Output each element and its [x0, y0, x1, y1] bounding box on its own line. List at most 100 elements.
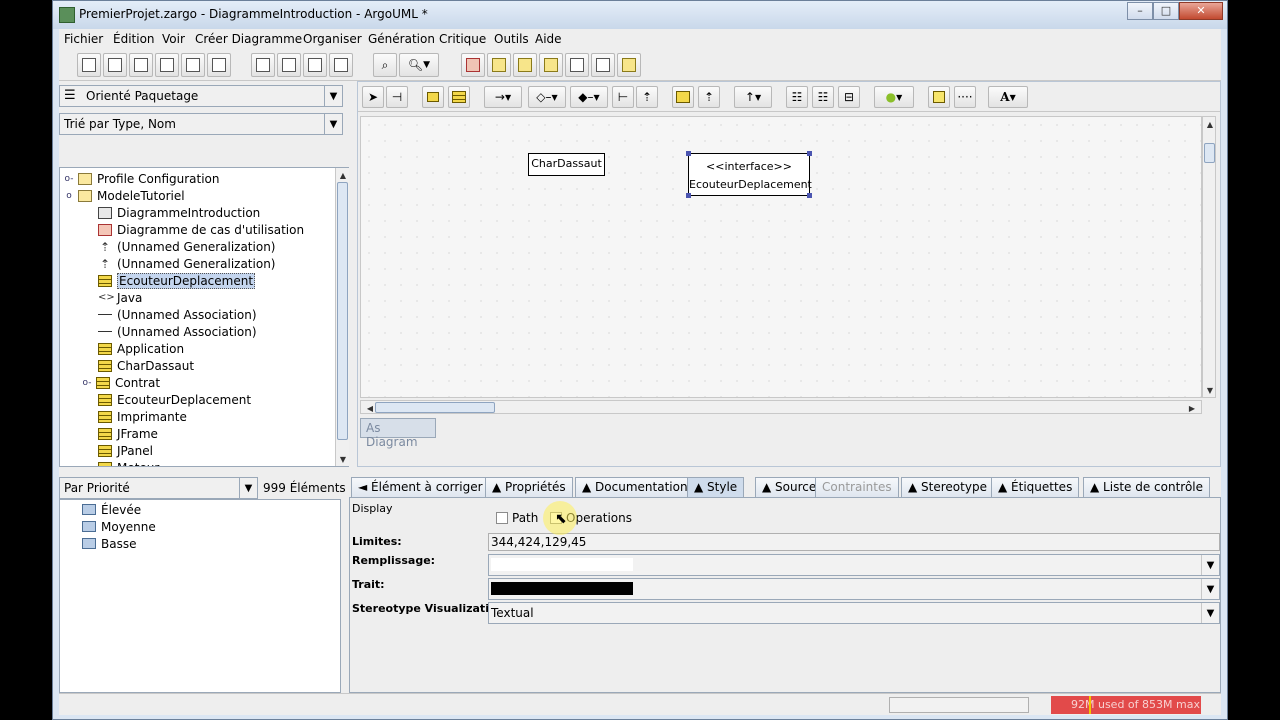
new-composition-tool[interactable]: ◆– ▼: [570, 86, 608, 108]
print-button[interactable]: [207, 53, 231, 77]
tree-item[interactable]: CharDassaut: [98, 357, 194, 374]
tree-item[interactable]: JFrame: [98, 425, 158, 442]
path-checkbox[interactable]: [496, 512, 508, 524]
chevron-down-icon[interactable]: ▼: [239, 478, 257, 498]
stereotype-visualization-select[interactable]: Textual ▼: [488, 602, 1220, 624]
select-all-button[interactable]: [251, 53, 275, 77]
scroll-down-icon[interactable]: ▼: [1203, 383, 1217, 397]
new-aggregation-tool[interactable]: ◇– ▼: [528, 86, 566, 108]
explorer-scrollbar[interactable]: ▲ ▼: [335, 168, 349, 466]
tree-item[interactable]: EcouteurDeplacement: [98, 391, 251, 408]
new-stereotype-tool[interactable]: ⊟: [838, 86, 860, 108]
new-usecase-diagram-button[interactable]: [461, 53, 485, 77]
tree-item[interactable]: ⇡ (Unnamed Generalization): [98, 255, 276, 272]
new-deployment-diagram-button[interactable]: [617, 53, 641, 77]
diagram-canvas[interactable]: CharDassaut <<interface>> EcouteurDeplac…: [360, 116, 1202, 398]
tree-item[interactable]: JPanel: [98, 442, 153, 459]
chevron-down-icon[interactable]: ▼: [1201, 603, 1219, 623]
tab-tagged-values[interactable]: ▲ Étiquettes: [991, 477, 1080, 497]
maximize-button[interactable]: □: [1153, 2, 1179, 20]
distribute-button[interactable]: [329, 53, 353, 77]
new-datatype-tool[interactable]: ☷: [786, 86, 808, 108]
tab-source[interactable]: ▲ Source: [755, 477, 824, 497]
save-project-button[interactable]: [129, 53, 153, 77]
new-interface-tool[interactable]: [672, 86, 694, 108]
selection-handle[interactable]: [807, 193, 812, 198]
fill-color-select[interactable]: ▼: [488, 554, 1220, 576]
selection-handle[interactable]: [807, 151, 812, 156]
new-comment-link-tool[interactable]: ····: [954, 86, 976, 108]
tree-item[interactable]: Moteur: [98, 459, 159, 466]
new-enumeration-tool[interactable]: ☷: [812, 86, 834, 108]
new-statechart-diagram-button[interactable]: [565, 53, 589, 77]
menu-aide[interactable]: Aide: [535, 32, 562, 46]
tree-item[interactable]: o- Contrat: [82, 374, 161, 391]
new-comment-tool[interactable]: [928, 86, 950, 108]
chevron-down-icon[interactable]: ▼: [1201, 555, 1219, 575]
broom-tool[interactable]: ⊣: [386, 86, 408, 108]
new-realization-tool[interactable]: ⇡: [698, 86, 720, 108]
tab-documentation[interactable]: ▲ Documentation: [575, 477, 695, 497]
tree-item[interactable]: Imprimante: [98, 408, 187, 425]
tab-constraints[interactable]: Contraintes: [815, 477, 899, 497]
tree-expander-icon[interactable]: o: [64, 191, 74, 201]
menu-generation[interactable]: Génération: [368, 32, 435, 46]
explorer-scroll-thumb[interactable]: [337, 182, 348, 440]
new-usage-tool[interactable]: ↑ ▼: [734, 86, 772, 108]
tab-stereotype[interactable]: ▲ Stereotype: [901, 477, 994, 497]
tree-item[interactable]: Application: [98, 340, 184, 357]
selection-handle[interactable]: [686, 193, 691, 198]
interface-box-ecouteurdeplacement[interactable]: <<interface>> EcouteurDeplacement: [688, 153, 812, 196]
close-button[interactable]: ✕: [1179, 2, 1223, 20]
new-activity-diagram-button[interactable]: [591, 53, 615, 77]
new-sequence-diagram-button[interactable]: [513, 53, 537, 77]
chevron-down-icon[interactable]: ▼: [324, 114, 342, 134]
new-collaboration-diagram-button[interactable]: [539, 53, 563, 77]
canvas-hscroll-thumb[interactable]: [375, 402, 495, 413]
tree-item[interactable]: o- Profile Configuration: [64, 170, 220, 187]
canvas-vscroll-thumb[interactable]: [1204, 143, 1215, 163]
chevron-down-icon[interactable]: ▼: [324, 86, 342, 106]
todo-priority-low[interactable]: Basse: [82, 535, 136, 552]
tree-item[interactable]: (Unnamed Association): [98, 306, 257, 323]
scroll-down-icon[interactable]: ▼: [336, 452, 350, 466]
menu-outils[interactable]: Outils: [494, 32, 529, 46]
tree-expander-icon[interactable]: o-: [82, 378, 92, 388]
new-project-button[interactable]: [77, 53, 101, 77]
delete-button[interactable]: [277, 53, 301, 77]
save-as-button[interactable]: [155, 53, 179, 77]
selection-handle[interactable]: [686, 151, 691, 156]
new-dependency-tool[interactable]: ⊢: [612, 86, 634, 108]
menu-edition[interactable]: Édition: [113, 32, 155, 46]
chevron-down-icon[interactable]: ▼: [1201, 579, 1219, 599]
tree-item[interactable]: DiagrammeIntroduction: [98, 204, 260, 221]
new-class-tool[interactable]: [448, 86, 470, 108]
text-tool[interactable]: A ▼: [988, 86, 1028, 108]
as-diagram-tab[interactable]: As Diagram: [360, 418, 436, 449]
ordering-select[interactable]: Trié par Type, Nom ▼: [59, 113, 343, 135]
perspective-select[interactable]: ☰ Orienté Paquetage ▼: [59, 85, 343, 107]
menu-creer-diagramme[interactable]: Créer Diagramme: [195, 32, 302, 46]
tree-item[interactable]: o ModeleTutoriel: [64, 187, 184, 204]
new-signal-tool[interactable]: ● ▼: [874, 86, 914, 108]
canvas-vscrollbar[interactable]: ▲ ▼: [1202, 116, 1216, 398]
new-association-tool[interactable]: → ▼: [484, 86, 522, 108]
menu-critique[interactable]: Critique: [439, 32, 486, 46]
tree-expander-icon[interactable]: o-: [64, 174, 74, 184]
tree-item[interactable]: ⇡ (Unnamed Generalization): [98, 238, 276, 255]
tab-todo-item[interactable]: ◄ Élément à corriger: [351, 477, 490, 497]
tab-checklist[interactable]: ▲ Liste de contrôle: [1083, 477, 1211, 497]
new-package-tool[interactable]: [422, 86, 444, 108]
minimize-button[interactable]: –: [1127, 2, 1153, 20]
find-button[interactable]: ⌕: [373, 53, 397, 77]
todo-priority-medium[interactable]: Moyenne: [82, 518, 156, 535]
menu-fichier[interactable]: Fichier: [64, 32, 103, 46]
tree-item[interactable]: (Unnamed Association): [98, 323, 257, 340]
new-class-diagram-button[interactable]: [487, 53, 511, 77]
scroll-up-icon[interactable]: ▲: [336, 168, 350, 182]
tab-properties[interactable]: ▲ Propriétés: [485, 477, 573, 497]
menu-voir[interactable]: Voir: [162, 32, 185, 46]
select-tool[interactable]: ➤: [362, 86, 384, 108]
menu-organiser[interactable]: Organiser: [303, 32, 362, 46]
stroke-color-select[interactable]: ▼: [488, 578, 1220, 600]
